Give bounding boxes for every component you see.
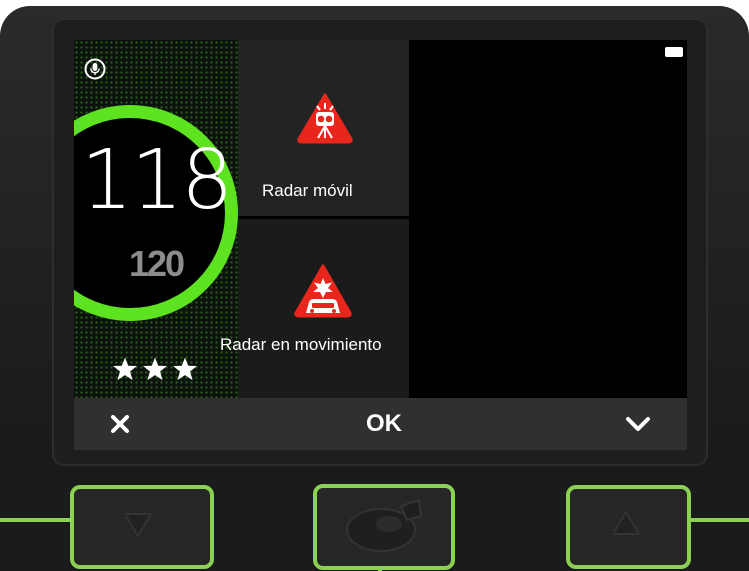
rating-stars <box>112 356 202 382</box>
chevron-down-icon[interactable] <box>624 412 652 436</box>
action-bar: OK <box>74 398 687 450</box>
hardware-up-button[interactable] <box>566 485 691 569</box>
hardware-down-button[interactable] <box>70 485 214 569</box>
close-icon[interactable] <box>108 412 132 436</box>
callout-line-left <box>0 518 70 522</box>
callout-line-right <box>687 518 749 522</box>
moving-radar-icon <box>294 264 352 318</box>
triangle-up-icon <box>612 511 640 535</box>
alert-label: Radar móvil <box>262 181 353 200</box>
triangle-down-icon <box>124 513 152 537</box>
device-screen: 118 120 Radar móvil Radar en movimiento … <box>74 40 687 450</box>
star-icon <box>173 357 197 381</box>
speed-panel: 118 120 <box>74 40 238 398</box>
mobile-radar-icon <box>297 93 353 144</box>
alert-label: Radar en movimiento <box>220 335 382 354</box>
battery-icon <box>665 47 683 57</box>
alert-mobile-radar[interactable]: Radar móvil <box>238 40 409 216</box>
alert-moving-radar[interactable]: Radar en movimiento <box>220 219 409 398</box>
star-icon <box>113 357 137 381</box>
star-icon <box>143 357 167 381</box>
hardware-center-button[interactable] <box>313 484 455 570</box>
center-button-icon <box>346 498 423 552</box>
speed-limit: 120 <box>128 243 185 284</box>
current-speed: 118 <box>80 133 234 228</box>
ok-button[interactable]: OK <box>344 408 424 440</box>
microphone-icon[interactable] <box>84 58 106 80</box>
